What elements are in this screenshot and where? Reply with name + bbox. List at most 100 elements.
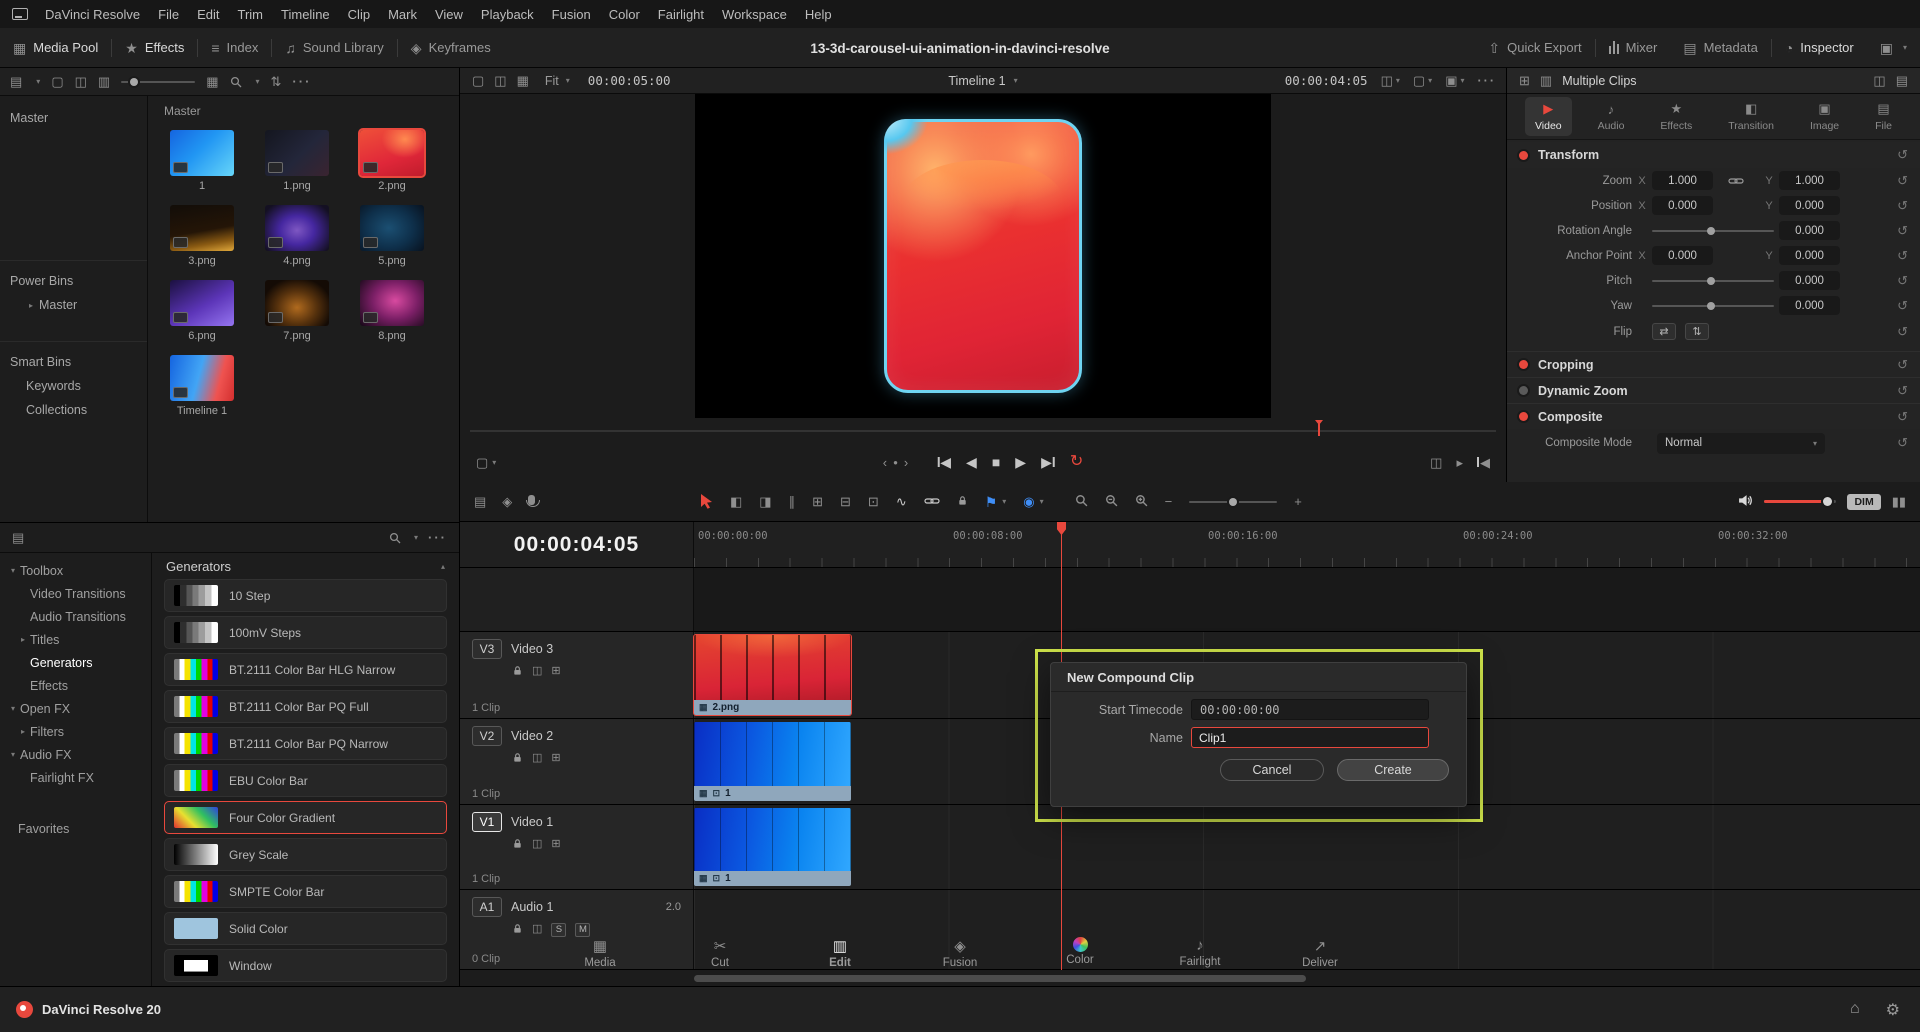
page-fusion[interactable]: ◈ Fusion	[900, 937, 1020, 1032]
menu-mark[interactable]: Mark	[379, 0, 426, 28]
track-header-v1[interactable]: V1 Video 1 ◫ ⊞ 1 Clip	[460, 805, 694, 889]
timeline-view-options-icon[interactable]: ▤	[474, 495, 486, 508]
search-icon[interactable]	[389, 532, 401, 544]
timeline-clip-v3[interactable]: ▦ 2.png	[694, 635, 851, 715]
cropping-section-header[interactable]: Cropping ↺	[1507, 351, 1920, 377]
position-y-field[interactable]: 0.000	[1779, 196, 1840, 215]
clip-thumbnail[interactable]	[360, 205, 424, 251]
anchor-x-field[interactable]: 0.000	[1652, 246, 1713, 265]
chevron-down-icon[interactable]: ▾	[1002, 497, 1006, 506]
media-clip[interactable]: 3.png	[170, 205, 234, 267]
overwrite-clip-icon[interactable]: ⊟	[840, 495, 851, 508]
track-lock-icon[interactable]	[512, 751, 523, 766]
dynamic-zoom-toggle[interactable]	[1519, 386, 1528, 395]
split-screen-icon[interactable]: ◫▾	[1381, 74, 1400, 87]
sidebar-item-favorites[interactable]: Favorites	[0, 817, 151, 840]
link-clips-icon[interactable]	[924, 494, 940, 509]
grid-view-icon[interactable]: ▦	[206, 75, 218, 88]
media-clip[interactable]: 7.png	[265, 280, 329, 342]
track-badge-v1[interactable]: V1	[472, 812, 502, 832]
page-deliver[interactable]: ↗ Deliver	[1260, 937, 1380, 1032]
menu-fusion[interactable]: Fusion	[543, 0, 600, 28]
inspector-options-icon[interactable]: ▤	[1896, 74, 1908, 87]
metadata-button[interactable]: ▤ Metadata	[1670, 28, 1770, 68]
track-lock-icon[interactable]	[512, 922, 523, 937]
reset-icon[interactable]: ↺	[1897, 357, 1908, 373]
go-to-start-button[interactable]: ◀	[937, 455, 951, 469]
monitor-volume-slider[interactable]	[1764, 500, 1836, 503]
goto-out-icon[interactable]: ▸	[1456, 456, 1463, 469]
menu-timeline[interactable]: Timeline	[272, 0, 339, 28]
zoom-full-extent-icon[interactable]	[1075, 494, 1088, 510]
keyframes-button[interactable]: ◈ Keyframes	[398, 28, 504, 68]
generator-item[interactable]: BT.2111 Color Bar PQ Full	[164, 690, 447, 723]
tab-video[interactable]: ▶ Video	[1525, 97, 1572, 136]
power-bin-master[interactable]: ▸ Master	[0, 293, 147, 317]
razor-tool-icon[interactable]: ∥	[789, 495, 796, 508]
sidebar-item-audio-transitions[interactable]: Audio Transitions	[0, 605, 151, 628]
sidebar-item-filters[interactable]: ▸ Filters	[0, 720, 151, 743]
clip-view-icon[interactable]: ▢	[51, 75, 63, 88]
track-header-v2[interactable]: V2 Video 2 ◫ ⊞ 1 Clip	[460, 719, 694, 804]
smart-bin-keywords[interactable]: Keywords	[0, 374, 147, 398]
viewer-scrub-bar[interactable]	[470, 420, 1496, 438]
more-options-icon[interactable]: ···	[292, 74, 311, 89]
openfx-group[interactable]: ▾ Open FX	[0, 697, 151, 720]
zoom-y-field[interactable]: 1.000	[1779, 171, 1840, 190]
zoom-link-icon[interactable]	[1713, 176, 1759, 186]
clip-thumbnail[interactable]	[265, 205, 329, 251]
track-badge-v3[interactable]: V3	[472, 639, 502, 659]
tab-effects[interactable]: ★ Effects	[1650, 97, 1702, 136]
position-lock-icon[interactable]	[957, 494, 968, 509]
menu-workspace[interactable]: Workspace	[713, 0, 796, 28]
menu-file[interactable]: File	[149, 0, 188, 28]
reset-icon[interactable]: ↺	[1897, 298, 1908, 314]
generator-item[interactable]: 100mV Steps	[164, 616, 447, 649]
insert-clip-icon[interactable]: ⊞	[812, 495, 823, 508]
track-enable-icon[interactable]: ⊞	[551, 753, 560, 764]
track-name[interactable]: Video 1	[511, 815, 553, 829]
power-bins-label[interactable]: Power Bins	[0, 269, 147, 293]
viewer-position-timecode[interactable]: 00:00:04:05	[1285, 73, 1368, 88]
smart-bins-label[interactable]: Smart Bins	[0, 350, 147, 374]
page-media[interactable]: ▦ Media	[540, 937, 660, 1032]
timeline-clip-v1[interactable]: ▦ ⊡ 1	[694, 808, 851, 886]
effects-button[interactable]: ★ Effects	[112, 28, 197, 68]
reset-icon[interactable]: ↺	[1897, 248, 1908, 264]
media-clip[interactable]: 6.png	[170, 280, 234, 342]
inspector-layout-icon[interactable]: ◫	[1873, 74, 1885, 87]
clip-thumbnail[interactable]	[360, 280, 424, 326]
sidebar-item-video-transitions[interactable]: Video Transitions	[0, 582, 151, 605]
transform-section-header[interactable]: Transform ↺	[1507, 142, 1920, 168]
panel-toggle-icon[interactable]: ▤	[12, 531, 24, 544]
sidebar-item-fairlight-fx[interactable]: Fairlight FX	[0, 766, 151, 789]
loop-button[interactable]: ↻	[1070, 454, 1083, 470]
cropping-toggle[interactable]	[1519, 360, 1528, 369]
menu-help[interactable]: Help	[796, 0, 841, 28]
auto-select-icon[interactable]: ◫	[532, 753, 542, 764]
reset-icon[interactable]: ↺	[1897, 173, 1908, 189]
generator-item[interactable]: Grey Scale	[164, 838, 447, 871]
reset-icon[interactable]: ↺	[1897, 273, 1908, 289]
audio-monitor-icon[interactable]	[1738, 494, 1753, 510]
generator-item[interactable]: 10 Step	[164, 579, 447, 612]
menu-trim[interactable]: Trim	[229, 0, 273, 28]
clip-thumbnail[interactable]	[170, 355, 234, 401]
search-icon[interactable]	[230, 76, 242, 88]
dual-viewer-icon[interactable]: ◫	[494, 74, 506, 87]
clip-thumbnail[interactable]	[265, 280, 329, 326]
play-button[interactable]: ▶	[1015, 455, 1026, 469]
track-badge-a1[interactable]: A1	[472, 897, 502, 917]
zoom-fit-select[interactable]: Fit ▾	[545, 74, 570, 88]
sidebar-item-generators[interactable]: Generators	[0, 651, 151, 674]
meters-toggle-icon[interactable]: ▮▮	[1892, 495, 1906, 508]
step-back-button[interactable]: ◀	[966, 455, 977, 469]
rotation-slider[interactable]	[1652, 230, 1774, 232]
reset-icon[interactable]: ↺	[1897, 383, 1908, 399]
composite-section-header[interactable]: Composite ↺	[1507, 403, 1920, 429]
media-clip[interactable]: 4.png	[265, 205, 329, 267]
yaw-slider[interactable]	[1652, 305, 1774, 307]
index-button[interactable]: ≡ Index	[198, 28, 271, 68]
reset-icon[interactable]: ↺	[1897, 435, 1908, 451]
pitch-slider[interactable]	[1652, 280, 1774, 282]
